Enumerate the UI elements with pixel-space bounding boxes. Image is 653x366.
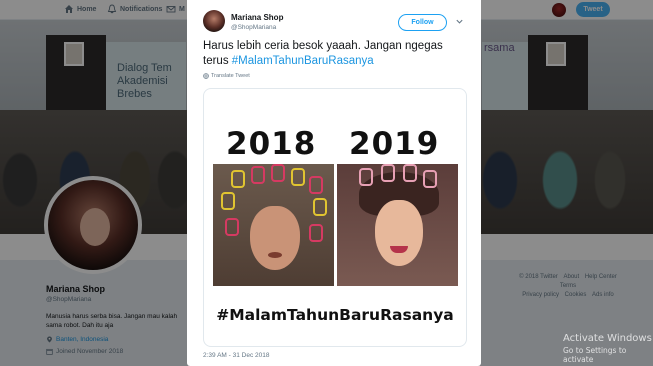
media-year-right: 2019 bbox=[349, 126, 440, 162]
tweet-media-image[interactable]: 2018 2019 #MalamTahunBaruRasanya bbox=[203, 88, 467, 347]
translate-tweet[interactable]: Translate Tweet bbox=[203, 73, 250, 79]
globe-icon bbox=[203, 73, 209, 79]
media-hashtag-caption: #MalamTahunBaruRasanya bbox=[216, 306, 454, 324]
media-photo-left bbox=[213, 164, 334, 286]
activation-subtitle: Go to Settings to activate bbox=[563, 346, 627, 364]
tweet-detail-modal: Mariana Shop @ShopMariana Follow Harus l… bbox=[187, 0, 481, 366]
tweet-author-avatar[interactable] bbox=[203, 10, 225, 32]
translate-tweet-label: Translate Tweet bbox=[211, 73, 250, 79]
media-photo-right bbox=[337, 164, 458, 286]
chevron-down-icon[interactable] bbox=[455, 17, 464, 26]
tweet-author-handle: @ShopMariana bbox=[231, 24, 277, 31]
media-year-left: 2018 bbox=[226, 126, 317, 162]
tweet-timestamp[interactable]: 2:39 AM - 31 Dec 2018 bbox=[203, 352, 270, 359]
windows-activation-watermark: Activate Windows Go to Settings to activ… bbox=[563, 333, 653, 364]
tweet-text: Harus lebih ceria besok yaaah. Jangan ng… bbox=[203, 39, 471, 69]
tweet-hashtag-link[interactable]: #MalamTahunBaruRasanya bbox=[232, 55, 374, 67]
follow-button[interactable]: Follow bbox=[398, 14, 447, 31]
tweet-author-name[interactable]: Mariana Shop bbox=[231, 13, 283, 22]
activation-title: Activate Windows bbox=[563, 333, 652, 344]
